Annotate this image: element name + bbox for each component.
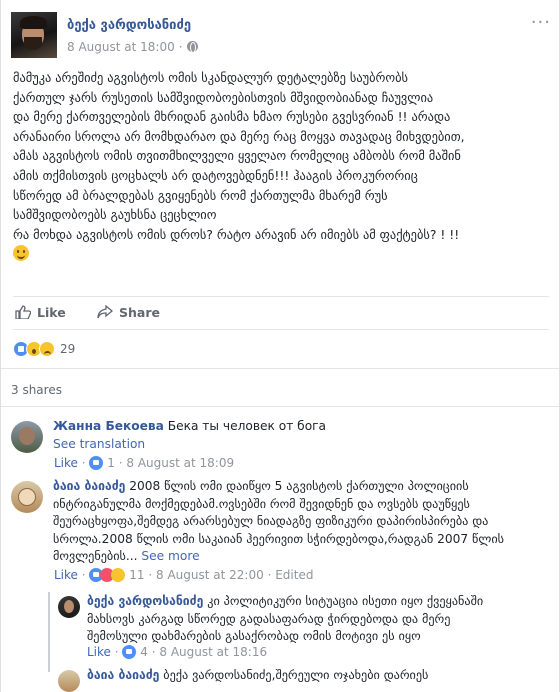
comment-text-line: ინტრიგანულმა მოქმედებამ.ოვსებში რომ შევი… <box>53 496 470 511</box>
post-text-line: რა მოხდა აგვისტოს ომის დროს? რატო არავინ… <box>13 226 460 242</box>
sad-icon <box>39 341 55 357</box>
comment-author[interactable]: Жанна Бекоева <box>53 419 164 433</box>
see-translation-link[interactable]: See translation <box>53 436 145 454</box>
globe-icon <box>186 41 198 53</box>
post-actions-bar: Like Share <box>13 296 549 330</box>
comment-time[interactable]: 8 August at 22:00 <box>156 568 264 582</box>
comment-author[interactable]: ბაია ბაიაძე <box>87 668 159 682</box>
comment-text: Бека ты человек от бога <box>167 419 327 433</box>
post-text-line: ამას აგვისტოს ომის თვითმხილველი ყველაო რ… <box>13 148 461 164</box>
commenter-avatar[interactable] <box>11 421 43 453</box>
like-icon <box>122 645 137 659</box>
post-text-line: სამშვიდობოებს გაუხსნა ცეცხლიო <box>13 207 217 223</box>
comment-time[interactable]: 8 August at 18:09 <box>126 456 234 470</box>
thumbs-up-icon <box>15 305 31 319</box>
divider <box>1 368 559 369</box>
like-icon <box>89 456 104 470</box>
reactions-summary[interactable]: 29 <box>13 341 75 361</box>
comment-text-line: მოვლენების... <box>53 549 138 563</box>
comment-like-link[interactable]: Like <box>87 645 111 659</box>
post-text-line: არანაირი სროლა არ მომხდარაო და მერე რაც … <box>13 128 465 144</box>
post-text-line: ამის თქმისთვის ცოცხალს არ დატოვებდნენ!!!… <box>13 167 418 183</box>
reply-comment: ბექა ვარდოსანიძე კი პოლიტიკური სიტუაცია … <box>87 593 547 646</box>
comment-like-link[interactable]: Like <box>54 456 78 470</box>
comment-meta: Like · 11 · 8 August at 22:00 · Edited <box>54 568 313 582</box>
comment-author[interactable]: ბაია ბაიაძე <box>53 479 125 493</box>
comment-text-line: შეურაცხყოფა,შემდეგ არარსებულ ნიადაგზე ფი… <box>53 514 489 528</box>
post-text-line: და მერე ქართველების მხრიდან გაისმა ხმაო … <box>13 109 451 125</box>
post-text: მამუკა არეშიძე აგვისტოს ომის სკანდალურ დ… <box>13 68 553 264</box>
edited-label[interactable]: Edited <box>275 568 313 582</box>
reply-thread-line <box>48 592 50 672</box>
post-card: ბექა ვარდოსანიძე 8 August at 18:00 · ··· … <box>0 0 560 692</box>
meta-separator: · <box>267 568 272 582</box>
comment-reaction-count[interactable]: 1 <box>107 456 115 470</box>
comment-text-line: 2008 წლის ომი დაიწყო 5 აგვისტოს ქართული … <box>129 479 469 493</box>
post-meta: 8 August at 18:00 · <box>67 40 198 54</box>
comment-reaction-count[interactable]: 11 <box>129 568 144 582</box>
more-options-icon[interactable]: ··· <box>531 12 551 33</box>
reaction-count: 29 <box>60 342 76 356</box>
meta-separator: · <box>151 645 156 659</box>
comment-text-line: მახსოვს კარგად სწორედ გადასაფარად ჭირდებ… <box>87 611 451 626</box>
comment-author[interactable]: ბექა ვარდოსანიძე <box>87 594 203 608</box>
meta-separator: · <box>81 568 86 582</box>
post-text-line: ქართულ ჯარს რუსეთის სამშვიდობოებისთვის მ… <box>13 89 434 105</box>
see-more-link[interactable]: See more <box>141 549 199 563</box>
post-text-line: მამუკა არეშიძე აგვისტოს ომის სკანდალურ დ… <box>13 70 409 85</box>
commenter-avatar[interactable] <box>11 481 43 513</box>
author-name[interactable]: ბექა ვარდოსანიძე <box>67 18 191 33</box>
meta-separator: · <box>118 456 123 470</box>
meta-separator: · <box>178 40 183 54</box>
commenter-avatar[interactable] <box>58 670 80 692</box>
comment-like-link[interactable]: Like <box>54 568 78 582</box>
comment: Жанна Бекоева Бека ты человек от бога <box>53 418 543 436</box>
comment-meta: Like · 1 · 8 August at 18:09 <box>54 456 234 470</box>
slightly-smiling-face-icon <box>13 245 29 262</box>
comment-text-line: კი პოლიტიკური სიტუაცია ისეთი იყო ქვეყანა… <box>207 594 484 608</box>
commenter-avatar[interactable] <box>58 596 80 618</box>
sad-icon <box>111 568 126 582</box>
post-header: ბექა ვარდოსანიძე 8 August at 18:00 · ··· <box>11 12 551 62</box>
post-text-line: სწორედ ამ ბრალდებას გვიყენებს რომ ქართულ… <box>13 187 388 203</box>
meta-separator: · <box>114 645 119 659</box>
comment-text: ბექა ვარდოსანიძე,შერეული ოჯახები დარიეს <box>163 668 429 682</box>
author-avatar[interactable] <box>11 12 57 58</box>
comment: ბაია ბაიაძე 2008 წლის ომი დაიწყო 5 აგვის… <box>53 478 553 566</box>
comment-time[interactable]: 8 August at 18:16 <box>159 645 267 659</box>
share-label: Share <box>119 305 160 320</box>
like-label: Like <box>37 305 66 320</box>
shares-link[interactable]: 3 shares <box>11 383 62 397</box>
reply-comment: ბაია ბაიაძე ბექა ვარდოსანიძე,შერეული ოჯა… <box>87 667 547 685</box>
divider <box>1 406 559 407</box>
like-button[interactable]: Like <box>15 305 66 320</box>
comment-reaction-count[interactable]: 4 <box>140 645 148 659</box>
meta-separator: · <box>81 456 86 470</box>
comment-text-line: შემოსული დახმარების გასაქრობად ომის მოტი… <box>87 629 421 643</box>
comment-meta: Like · 4 · 8 August at 18:16 <box>87 645 267 659</box>
comment-text-line: სროლა.2008 წლის ომი საკაიან ჰეერივით სჭი… <box>53 531 505 546</box>
share-button[interactable]: Share <box>97 305 160 320</box>
share-arrow-icon <box>97 305 113 319</box>
meta-separator: · <box>148 568 153 582</box>
post-date[interactable]: 8 August at 18:00 <box>67 40 175 54</box>
